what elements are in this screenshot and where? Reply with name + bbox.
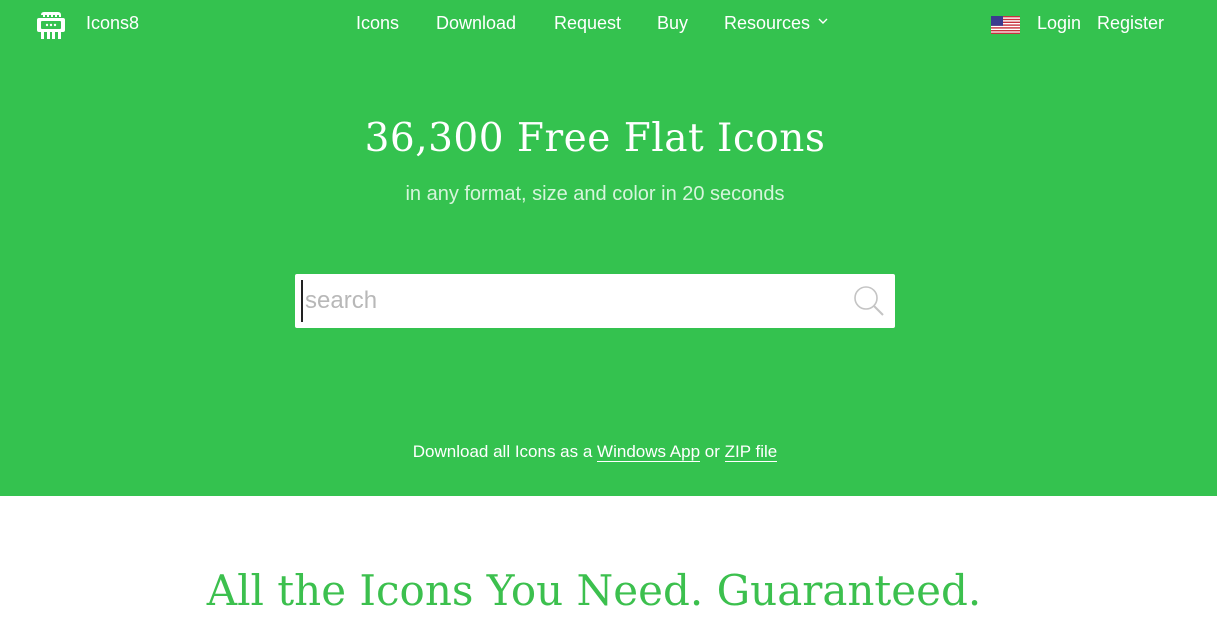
hero-section: Icons8 Icons Download Request Buy Resour… <box>0 0 1217 496</box>
chevron-down-icon <box>818 18 828 25</box>
nav-icons-link[interactable]: Icons <box>356 13 399 34</box>
search-icon[interactable] <box>852 284 886 318</box>
nav-request-link[interactable]: Request <box>554 13 621 34</box>
register-link[interactable]: Register <box>1097 13 1164 34</box>
windows-app-link[interactable]: Windows App <box>597 442 701 462</box>
nav-download-link[interactable]: Download <box>436 13 516 34</box>
brand-name[interactable]: Icons8 <box>86 13 139 34</box>
nav-buy-link[interactable]: Buy <box>657 13 688 34</box>
download-options: Download all Icons as a Windows App or Z… <box>0 442 1190 462</box>
page-title: 36,300 Free Flat Icons <box>364 116 826 161</box>
download-prefix-text: Download all Icons as a <box>412 442 593 461</box>
login-link[interactable]: Login <box>1037 13 1081 34</box>
page-subtitle: in any format, size and color in 20 seco… <box>405 183 785 205</box>
zip-file-link[interactable]: ZIP file <box>724 442 778 462</box>
icons8-logo-icon[interactable] <box>35 9 67 41</box>
nav-resources-label: Resources <box>724 13 811 33</box>
search-input[interactable] <box>301 280 835 322</box>
download-or-text: or <box>704 442 720 461</box>
section-tagline: All the Icons You Need. Guaranteed. <box>206 566 982 615</box>
top-navbar: Icons8 Icons Download Request Buy Resour… <box>0 0 1217 50</box>
search-box <box>295 274 895 328</box>
nav-resources-dropdown[interactable]: Resources <box>724 13 828 34</box>
us-flag-icon[interactable] <box>991 16 1020 34</box>
